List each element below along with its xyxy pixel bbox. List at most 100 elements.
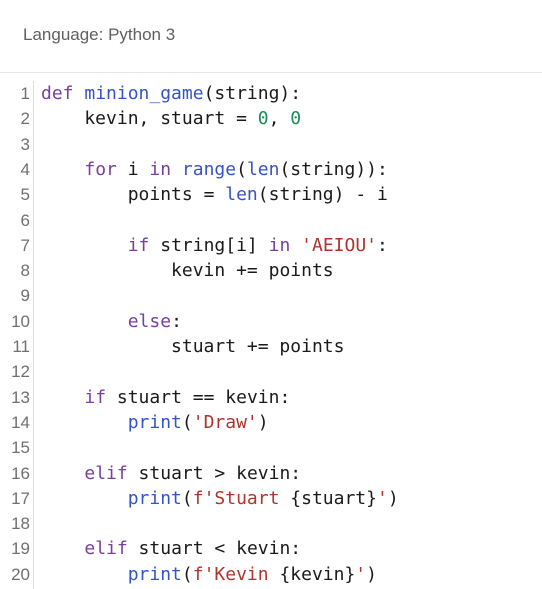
code-text: points = len(string) - i [41, 182, 388, 207]
code-token: kevin: [225, 462, 302, 484]
code-editor[interactable]: 1 def minion_game(string): 2 kevin, stuart… [0, 81, 542, 589]
code-token: += [236, 260, 258, 282]
code-token: minion_game [84, 83, 204, 104]
code-text: def minion_game(string): [41, 81, 301, 106]
code-token: == [192, 386, 215, 408]
code-token: < [214, 538, 226, 560]
line-number: 4 [20, 159, 30, 179]
code-token: ) [366, 563, 377, 585]
code-text: else: [41, 309, 182, 334]
line-number: 5 [20, 185, 30, 205]
code-text: print('Draw') [41, 410, 269, 435]
code-token: 'Draw' [192, 411, 258, 433]
code-token: if [84, 386, 107, 408]
code-line: 7 if string[i] in 'AEIOU': [0, 233, 542, 258]
code-line: 4 for i in range(len(string)): [0, 157, 542, 182]
code-token: ( [181, 411, 193, 433]
code-line: 15 [0, 435, 542, 460]
line-number: 20 [11, 564, 30, 584]
line-number: 2 [20, 109, 30, 129]
line-number: 11 [12, 337, 30, 356]
code-text: for i in range(len(string)): [41, 157, 388, 182]
code-token: kevin: [225, 538, 302, 560]
code-token: stuart [106, 386, 193, 408]
code-token: - [355, 184, 367, 206]
line-number: 8 [20, 261, 30, 281]
code-token: kevin [41, 260, 237, 282]
code-viewer-page: Language: Python 3 1 def minion_game(stri… [0, 0, 542, 589]
code-token: print [127, 563, 182, 585]
code-token: in [149, 158, 172, 180]
code-text: kevin += points [41, 258, 334, 283]
code-line: 16 elif stuart > kevin: [0, 461, 542, 486]
language-label: Language: Python 3 [23, 25, 176, 44]
code-token: ' [355, 563, 367, 585]
code-token: print [127, 487, 182, 509]
code-token: in [268, 234, 291, 256]
code-token: stuart [127, 538, 215, 560]
code-token: for [84, 158, 117, 180]
code-line: 5 points = len(string) - i [0, 182, 542, 207]
code-token: {stuart} [290, 487, 377, 509]
code-token: points [257, 260, 334, 282]
code-token: ) [257, 411, 269, 433]
code-token: len [225, 184, 258, 206]
code-token: , [268, 108, 291, 130]
code-text: kevin, stuart = 0, 0 [41, 106, 301, 131]
code-token: (string) [257, 184, 356, 206]
line-number: 18 [11, 514, 30, 534]
code-token: += [246, 336, 269, 357]
line-number: 12 [11, 362, 30, 382]
code-token: > [214, 462, 226, 484]
code-token: def [41, 83, 74, 104]
line-number: 19 [11, 539, 30, 559]
line-number: 15 [11, 438, 30, 458]
code-token: i [366, 184, 388, 206]
line-number: 10 [11, 311, 30, 331]
line-number: 14 [11, 412, 30, 432]
code-line: 18 [0, 511, 542, 536]
line-number: 17 [11, 488, 30, 508]
code-token: points [41, 184, 204, 206]
code-line: 11 stuart += points [0, 334, 542, 359]
line-number: 6 [20, 210, 30, 230]
code-line: 3 [0, 132, 542, 157]
code-token: kevin: [214, 386, 291, 408]
code-text: stuart += points [41, 334, 344, 359]
code-token: 'AEIOU' [301, 234, 377, 256]
code-token: stuart [41, 336, 247, 357]
code-token: len [246, 158, 280, 180]
code-token: {kevin} [279, 563, 356, 585]
code-text: if string[i] in 'AEIOU': [41, 233, 388, 258]
code-token: ( [181, 563, 193, 585]
code-token: i [116, 158, 150, 180]
code-line: 19 elif stuart < kevin: [0, 536, 542, 561]
line-number: 9 [20, 286, 30, 306]
line-number: 7 [20, 235, 30, 255]
code-token: (string)): [279, 158, 388, 180]
code-line: 8 kevin += points [0, 258, 542, 283]
code-line: 10 else: [0, 309, 542, 334]
code-token: = [236, 108, 247, 130]
code-token: string[i] [149, 234, 269, 256]
code-token: ) [387, 487, 399, 509]
code-token: points [268, 336, 345, 357]
code-text: if stuart == kevin: [41, 385, 290, 410]
code-token: ( [181, 487, 193, 509]
code-line: 2 kevin, stuart = 0, 0 [0, 106, 542, 131]
code-token: if [127, 234, 150, 256]
code-line: 20 print(f'Kevin {kevin}') [0, 562, 542, 587]
code-token: ' [376, 487, 388, 509]
line-number: 13 [11, 387, 30, 407]
code-token: range [181, 158, 237, 180]
